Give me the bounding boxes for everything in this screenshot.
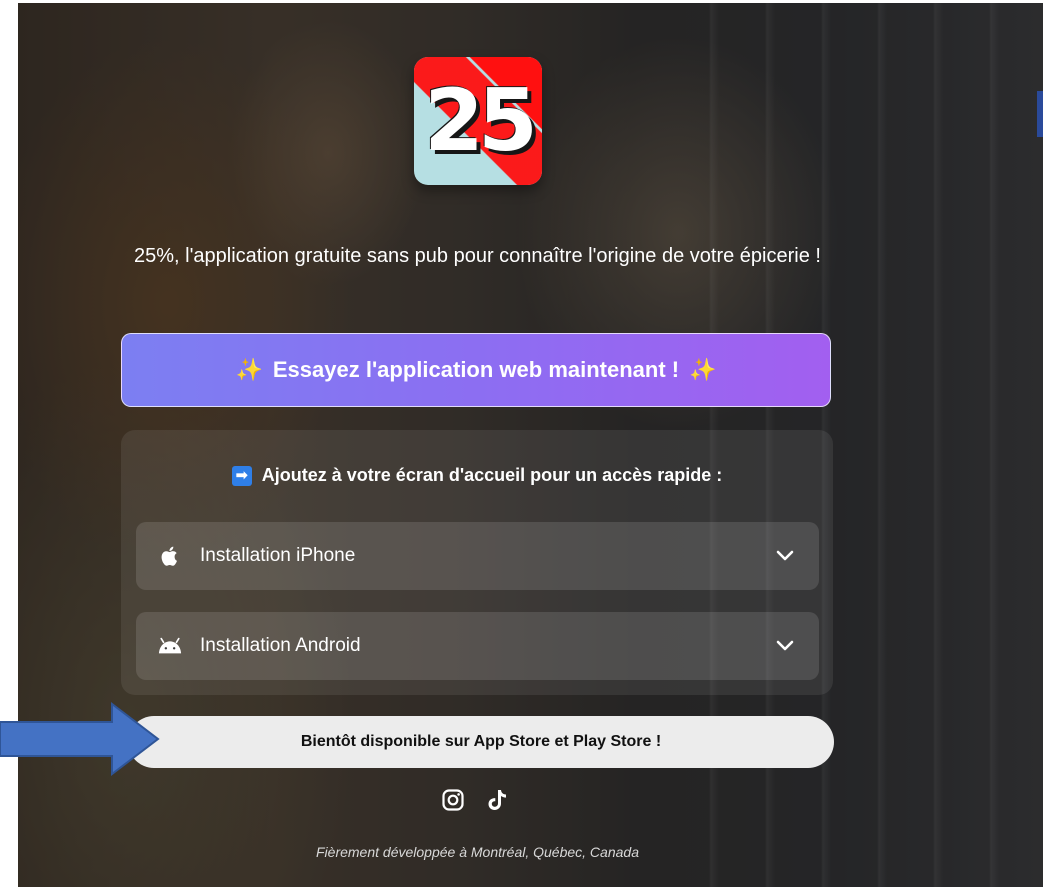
try-web-app-label: Essayez l'application web maintenant ! bbox=[272, 357, 680, 382]
logo-text: 25 bbox=[424, 71, 538, 171]
chevron-down-icon bbox=[776, 550, 794, 561]
annotation-arrow-icon bbox=[0, 702, 160, 776]
social-links bbox=[430, 788, 520, 818]
sparkle-icon: ✨ bbox=[689, 357, 717, 382]
install-heading: ➡ Ajoutez à votre écran d'accueil pour u… bbox=[121, 465, 833, 486]
right-arrow-icon: ➡ bbox=[231, 465, 252, 486]
footer-credit: Fièrement développée à Montréal, Québec,… bbox=[316, 844, 639, 860]
install-heading-text: Ajoutez à votre écran d'accueil pour un … bbox=[261, 465, 723, 485]
store-availability-notice: Bientôt disponible sur App Store et Play… bbox=[128, 716, 834, 768]
tagline: 25%, l'application gratuite sans pub pou… bbox=[134, 245, 821, 267]
sparkle-icon: ✨ bbox=[235, 357, 263, 382]
android-icon bbox=[158, 634, 182, 658]
install-android-label: Installation Android bbox=[200, 635, 361, 656]
install-iphone-label: Installation iPhone bbox=[200, 545, 356, 566]
accordion-install-iphone[interactable]: Installation iPhone bbox=[136, 522, 819, 590]
instagram-icon[interactable] bbox=[441, 788, 465, 812]
tiktok-icon[interactable] bbox=[485, 788, 509, 812]
chevron-down-icon bbox=[776, 640, 794, 651]
install-panel: ➡ Ajoutez à votre écran d'accueil pour u… bbox=[121, 430, 833, 695]
try-web-app-button[interactable]: ✨ Essayez l'application web maintenant !… bbox=[121, 333, 831, 407]
edge-fragment bbox=[1037, 91, 1043, 137]
accordion-install-android[interactable]: Installation Android bbox=[136, 612, 819, 680]
apple-icon bbox=[158, 544, 182, 568]
page: 25 25%, l'application gratuite sans pub … bbox=[0, 0, 1043, 887]
app-logo: 25 bbox=[414, 57, 542, 185]
